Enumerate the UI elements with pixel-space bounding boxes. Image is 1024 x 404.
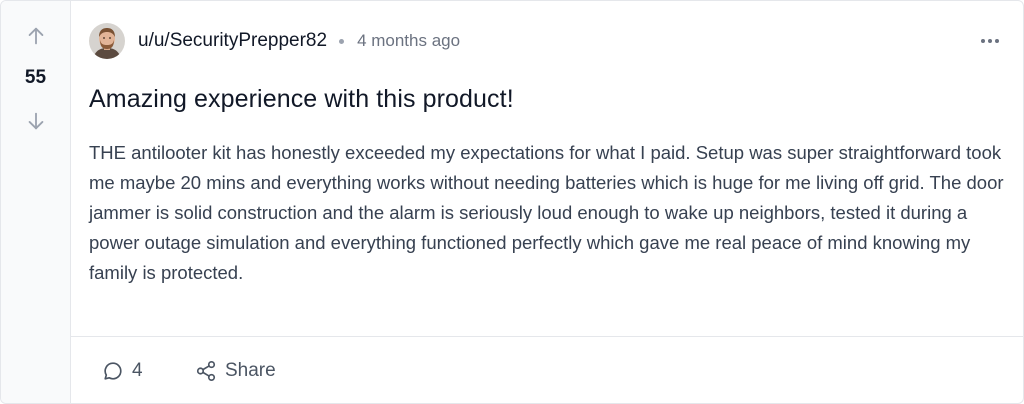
comment-count: 4: [132, 360, 143, 381]
avatar[interactable]: [89, 23, 125, 59]
separator-dot: [339, 38, 345, 44]
vote-count: 55: [24, 67, 47, 88]
more-dot: [988, 39, 992, 43]
post-card: 55 u/u/SecurityPrepper82 4 months ago Am…: [0, 0, 1024, 404]
comment-bubble-icon: [104, 362, 122, 380]
share-label: Share: [225, 360, 276, 381]
share-button[interactable]: Share: [195, 359, 276, 383]
vote-column: 55: [1, 1, 71, 403]
arrow-up-icon: [28, 27, 44, 45]
upvote-button[interactable]: [24, 24, 48, 48]
more-horizontal-icon: [981, 39, 985, 43]
post-footer: 4 Share: [71, 336, 1023, 403]
more-options-button[interactable]: [977, 29, 1003, 53]
post-timestamp: 4 months ago: [357, 31, 461, 50]
author-username[interactable]: u/u/SecurityPrepper82: [138, 30, 327, 52]
downvote-button[interactable]: [24, 109, 48, 133]
more-dot: [995, 39, 999, 43]
share-icon: [196, 361, 216, 381]
post-title[interactable]: Amazing experience with this product!: [89, 85, 983, 114]
post-body: THE antilooter kit has honestly exceeded…: [89, 142, 1004, 283]
comments-button[interactable]: 4: [102, 359, 143, 383]
post-header: u/u/SecurityPrepper82 4 months ago: [89, 21, 1003, 61]
arrow-down-icon: [28, 112, 44, 130]
